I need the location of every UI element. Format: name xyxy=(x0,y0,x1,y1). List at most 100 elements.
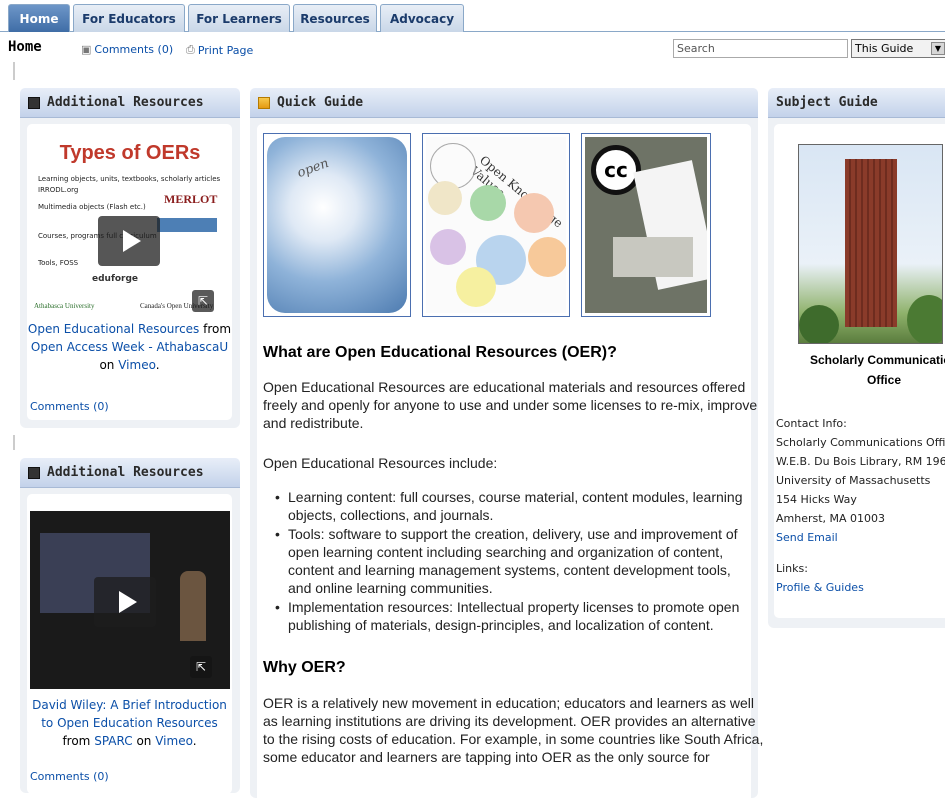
eduforge-logo: eduforge xyxy=(92,274,139,284)
printer-icon: ⎙ xyxy=(186,43,195,56)
comments-link[interactable]: Comments (0) xyxy=(30,400,109,413)
video-source-link[interactable]: Open Access Week - AthabascaU xyxy=(31,340,228,354)
section-heading-what: What are Open Educational Resources (OER… xyxy=(263,344,617,361)
search-input[interactable]: Search xyxy=(673,39,848,58)
paragraph-line: OER is a relatively new movement in educ… xyxy=(263,695,755,711)
circle xyxy=(514,193,554,233)
open-sky-image[interactable]: open xyxy=(263,133,411,317)
film-icon xyxy=(28,466,40,479)
tab-resources[interactable]: Resources xyxy=(293,4,377,32)
video-title-link[interactable]: Open Educational Resources xyxy=(28,322,199,336)
athabasca-logo: Athabasca University xyxy=(34,302,95,310)
tab-for-learners[interactable]: For Learners xyxy=(188,4,290,32)
box-header: Quick Guide xyxy=(250,88,758,118)
circle xyxy=(430,229,466,265)
profile-name-line: Scholarly Communication xyxy=(809,353,945,367)
section-heading-why: Why OER? xyxy=(263,659,346,676)
tab-label: Resources xyxy=(300,11,370,26)
box-header: Additional Resources xyxy=(20,88,240,118)
chevron-down-icon: ▼ xyxy=(931,42,945,55)
library-photo xyxy=(798,144,943,344)
creative-commons-image[interactable]: cc xyxy=(581,133,711,317)
search-scope-select[interactable]: This Guide ▼ xyxy=(851,39,945,58)
vimeo-link[interactable]: Vimeo xyxy=(118,358,155,372)
open-knowledge-values-image[interactable]: Open Knowledge Values xyxy=(422,133,570,317)
video-player[interactable]: ⇱ xyxy=(30,511,230,689)
fullscreen-icon[interactable]: ⇱ xyxy=(192,290,214,312)
profile-name-line: Office xyxy=(866,373,901,387)
video-title-link[interactable]: David Wiley: A Brief Introduction to Ope… xyxy=(32,698,227,730)
cc-logo: cc xyxy=(591,145,641,195)
paragraph-line: and redistribute. xyxy=(263,415,364,431)
circle xyxy=(428,181,462,215)
box-title: Additional Resources xyxy=(47,95,204,110)
slide-title: Types of OERs xyxy=(59,142,201,164)
divider xyxy=(13,62,15,80)
bullet-implementation: Implementation resources: Intellectual p… xyxy=(275,598,748,616)
from-text: from xyxy=(203,322,232,336)
print-page-link[interactable]: ⎙ Print Page xyxy=(186,43,253,57)
shirt-print xyxy=(613,237,693,277)
tab-label: Advocacy xyxy=(389,11,455,26)
box-icon xyxy=(258,96,270,109)
tab-home[interactable]: Home xyxy=(8,4,70,32)
comment-icon: ▣ xyxy=(81,43,92,56)
comments-link[interactable]: ▣ Comments (0) xyxy=(81,43,173,56)
video-frame-speaker xyxy=(180,571,206,641)
circle xyxy=(456,267,496,307)
contact-label: Contact Info: xyxy=(776,417,847,430)
paragraph-line: freely and openly for anyone to use and … xyxy=(263,397,758,413)
tab-advocacy[interactable]: Advocacy xyxy=(380,4,464,32)
box-title: Quick Guide xyxy=(277,95,364,110)
film-icon xyxy=(28,96,40,109)
circle xyxy=(470,185,506,221)
profile-guides-link[interactable]: Profile & Guides xyxy=(776,581,864,594)
box-content: Types of OERs Learning objects, units, t… xyxy=(27,124,232,420)
bullet-text: Learning content: full courses, course m… xyxy=(288,489,743,505)
box-header: Subject Guide xyxy=(768,88,945,118)
vimeo-link[interactable]: Vimeo xyxy=(155,734,192,748)
play-icon[interactable] xyxy=(94,577,156,627)
subject-guide-box: Subject Guide Scholarly Communication Of… xyxy=(768,88,945,628)
tab-label: For Educators xyxy=(82,11,176,26)
profile-name: Scholarly Communication Office xyxy=(794,350,945,390)
bullet-text: Tools: software to support the creation,… xyxy=(288,526,738,542)
fullscreen-icon[interactable]: ⇱ xyxy=(190,656,212,678)
tab-label: For Learners xyxy=(196,11,282,26)
paragraph-line: some educator and learners are tapping i… xyxy=(263,749,710,765)
comments-link[interactable]: Comments (0) xyxy=(30,770,109,783)
video-source-link[interactable]: SPARC xyxy=(94,734,132,748)
tree xyxy=(799,305,839,343)
box-title: Additional Resources xyxy=(47,465,204,480)
banner-graphic xyxy=(157,218,217,232)
open-text: open xyxy=(295,155,331,182)
address-line: W.E.B. Du Bois Library, RM 196 xyxy=(776,455,945,468)
bullet-learning-content: Learning content: full courses, course m… xyxy=(275,488,748,506)
divider xyxy=(13,435,15,450)
comments-label: Comments (0) xyxy=(94,43,174,56)
on-text: on xyxy=(136,734,152,748)
tab-for-educators[interactable]: For Educators xyxy=(73,4,185,32)
additional-resources-box-2: Additional Resources ⇱ David Wiley: A Br… xyxy=(20,458,240,794)
slide-bullet: Learning objects, units, textbooks, scho… xyxy=(38,175,221,183)
box-title: Subject Guide xyxy=(776,95,878,110)
video-player[interactable]: Types of OERs Learning objects, units, t… xyxy=(32,138,228,318)
tab-label: Home xyxy=(19,11,59,26)
play-icon[interactable] xyxy=(98,216,160,266)
send-email-link[interactable]: Send Email xyxy=(776,531,838,544)
additional-resources-box-1: Additional Resources Types of OERs Learn… xyxy=(20,88,240,428)
print-label: Print Page xyxy=(197,43,254,57)
video-caption: Open Educational Resources from Open Acc… xyxy=(27,320,232,374)
period: . xyxy=(155,358,160,372)
bullet-text: open learning content including searchin… xyxy=(288,544,724,560)
period: . xyxy=(192,734,197,748)
page-header: Home ▣ Comments (0) ⎙ Print Page Search … xyxy=(0,34,945,60)
scope-value: This Guide xyxy=(855,42,914,55)
contact-info: Contact Info: Scholarly Communications O… xyxy=(776,414,945,597)
on-text: on xyxy=(99,358,115,372)
circle xyxy=(528,237,566,277)
paragraph-line: as learning institutions are driving its… xyxy=(263,713,756,729)
tab-bar: Home For Educators For Learners Resource… xyxy=(0,0,945,32)
bullet-tools: Tools: software to support the creation,… xyxy=(275,525,748,543)
paragraph-line: Open Educational Resources include: xyxy=(263,455,498,471)
